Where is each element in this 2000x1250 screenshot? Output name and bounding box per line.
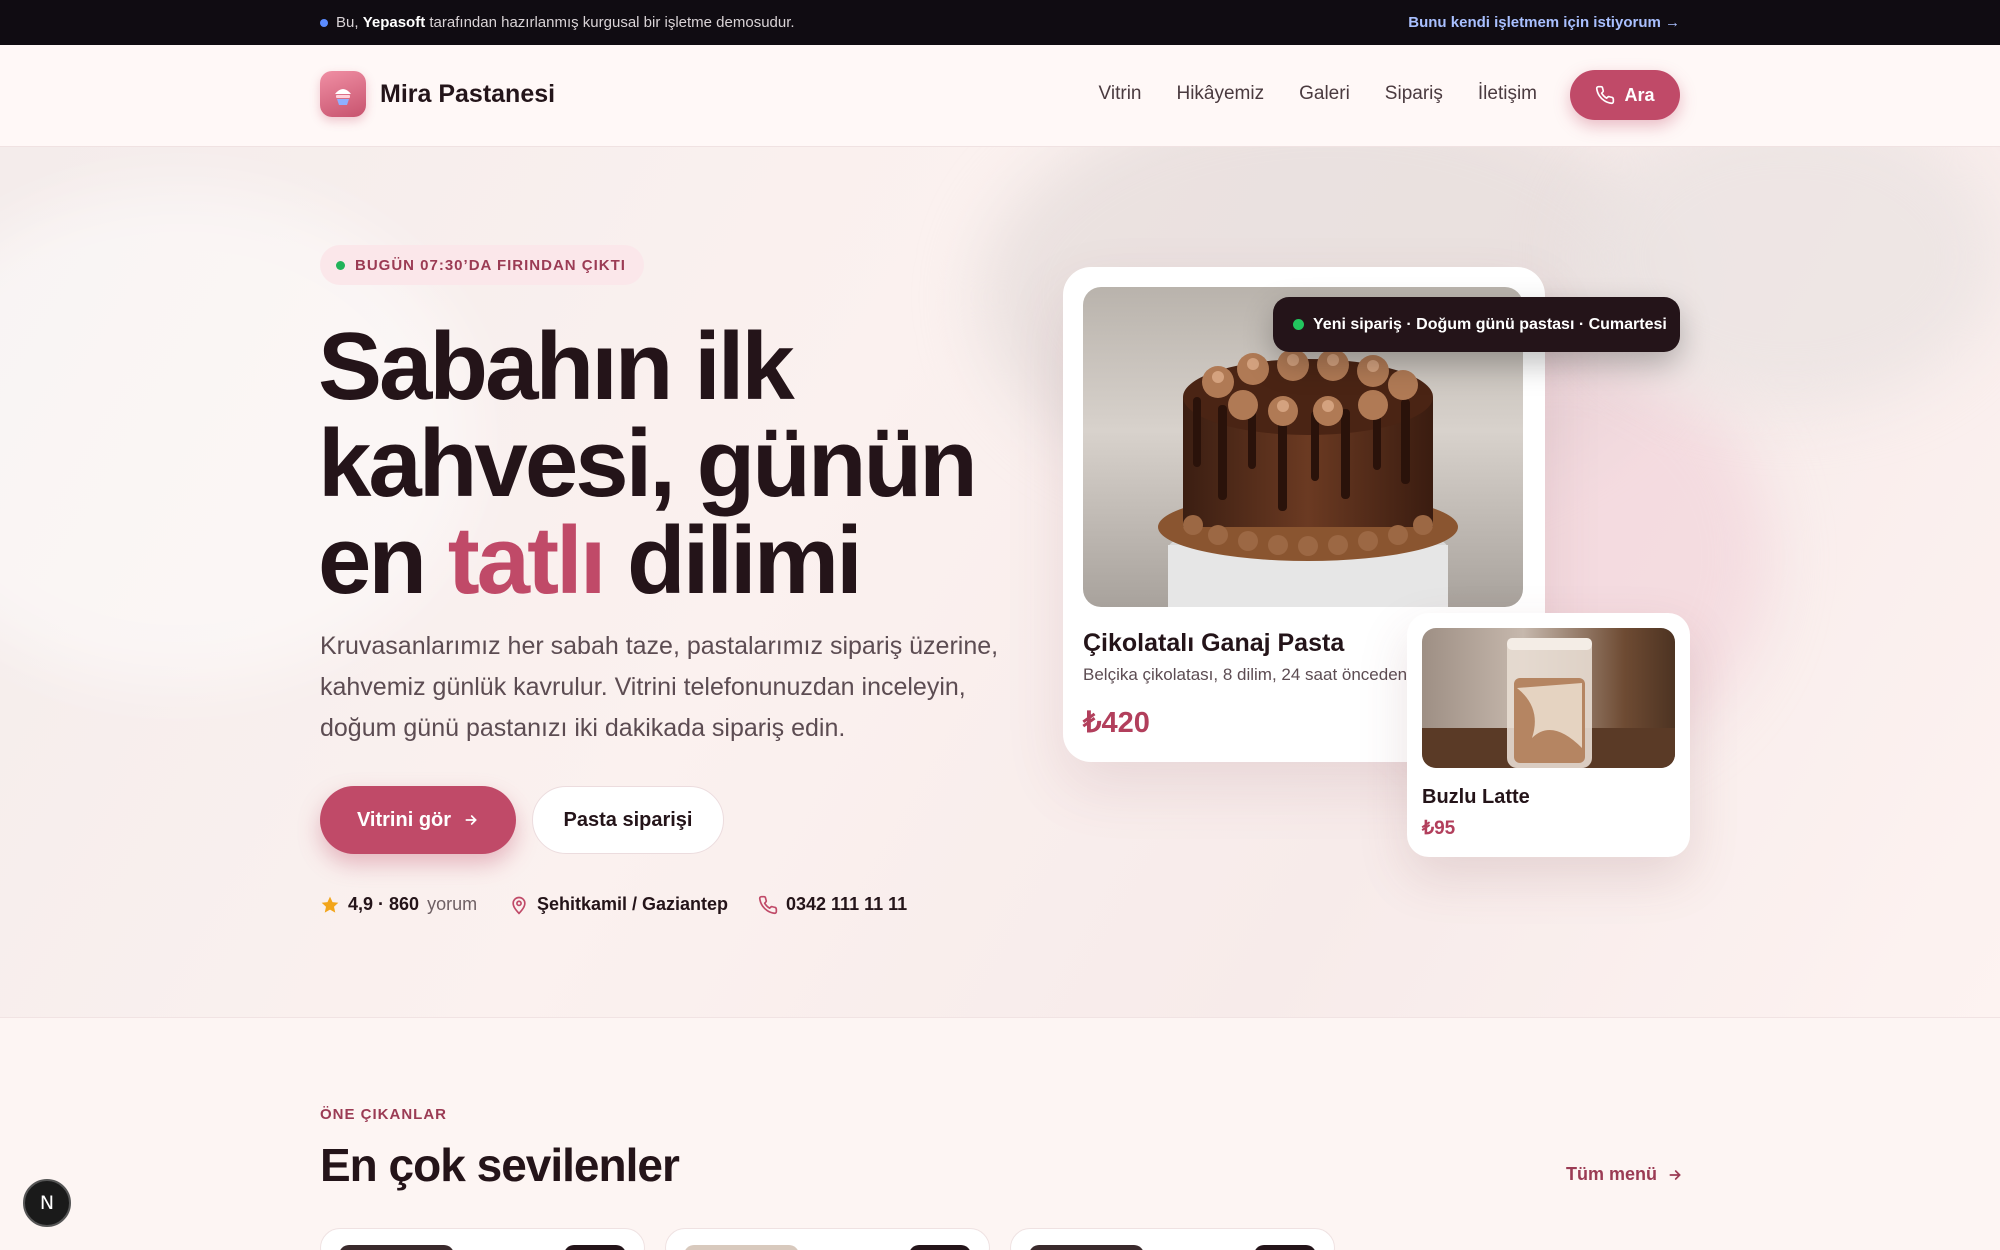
mini-product-price: ₺95 xyxy=(1422,818,1456,839)
nav-item-vitrin[interactable]: Vitrin xyxy=(1099,83,1142,105)
demo-notice-bar: Bu, Yepasoft tarafından hazırlanmış kurg… xyxy=(0,0,2000,45)
nav-item-hikayemiz[interactable]: Hikâyemiz xyxy=(1176,83,1264,105)
toast-text: Yeni sipariş · Doğum günü pastası · Cuma… xyxy=(1313,315,1667,333)
headline-line-3-post: dilimi xyxy=(627,507,863,614)
call-button[interactable]: Ara xyxy=(1570,70,1680,120)
iced-latte-image xyxy=(1422,628,1675,768)
main-navbar: Mira Pastanesi Vitrin Hikâyemiz Galeri S… xyxy=(0,45,2000,147)
rating-value: 4,9 · 860 xyxy=(348,894,420,914)
notice-prefix: Bu, xyxy=(336,14,359,31)
mini-product-title: Buzlu Latte xyxy=(1422,786,1530,808)
section-title: En çok sevilenler xyxy=(320,1139,680,1191)
notice-suffix: tarafından hazırlanmış kurgusal bir işle… xyxy=(429,14,795,31)
live-dot-icon xyxy=(336,260,345,270)
phone-text: 0342 111 11 11 xyxy=(786,894,908,914)
product-title: Çikolatalı Ganaj Pasta xyxy=(1083,629,1345,657)
nav-item-galeri[interactable]: Galeri xyxy=(1299,83,1350,105)
rating-suffix: yorum xyxy=(427,894,478,914)
product-card[interactable] xyxy=(665,1228,990,1250)
product-tag xyxy=(909,1245,971,1250)
product-price: ₺420 xyxy=(1083,707,1150,739)
phone-icon xyxy=(758,895,778,914)
fresh-bake-badge: BUGÜN 07:30’DA FIRINDAN ÇIKTI xyxy=(320,245,644,285)
product-image xyxy=(684,1245,799,1250)
product-card[interactable] xyxy=(320,1228,645,1250)
badge-text: BUGÜN 07:30’DA FIRINDAN ÇIKTI xyxy=(355,256,626,274)
featured-section xyxy=(0,1017,2000,1250)
notice-brand: Yepasoft xyxy=(362,14,426,31)
request-demo-link[interactable]: Bunu kendi işletmem için istiyorum → xyxy=(1408,14,1680,31)
product-tag xyxy=(564,1245,626,1250)
demo-notice: Bu, Yepasoft tarafından hazırlanmış kurg… xyxy=(320,14,795,31)
view-showcase-button[interactable]: Vitrini gör xyxy=(320,786,516,854)
location-text: Şehitkamil / Gaziantep xyxy=(537,894,729,914)
nav-item-siparis[interactable]: Sipariş xyxy=(1385,83,1443,105)
location-info: Şehitkamil / Gaziantep xyxy=(509,894,728,915)
live-dot-icon xyxy=(1293,319,1304,330)
nav-menu: Vitrin Hikâyemiz Galeri Sipariş İletişim xyxy=(1099,83,1537,105)
hero-headline: Sabahın ilk kahvesi, günün en tatlı dili… xyxy=(318,318,1038,609)
hero-lead: Kruvasanlarımız her sabah taze, pastalar… xyxy=(320,632,999,742)
star-icon xyxy=(321,896,339,913)
product-subtitle: Belçika çikolatası, 8 dilim, 24 saat önc… xyxy=(1083,665,1408,684)
phone-info[interactable]: 0342 111 11 11 xyxy=(758,894,907,915)
brand[interactable]: Mira Pastanesi xyxy=(320,71,555,117)
all-menu-label: Tüm menü xyxy=(1566,1164,1658,1184)
product-tag xyxy=(1254,1245,1316,1250)
nav-item-iletisim[interactable]: İletişim xyxy=(1478,83,1537,105)
call-button-label: Ara xyxy=(1624,84,1655,105)
headline-line-2: kahvesi, günün xyxy=(318,410,978,517)
secondary-product-card[interactable]: Buzlu Latte ₺95 xyxy=(1407,613,1690,857)
headline-accent: tatlı xyxy=(447,507,607,614)
headline-line-3-pre: en xyxy=(318,507,427,614)
headline-line-1: Sabahın ilk xyxy=(318,313,795,420)
brand-name: Mira Pastanesi xyxy=(380,79,556,108)
info-dot-icon xyxy=(320,19,328,28)
new-order-toast: Yeni sipariş · Doğum günü pastası · Cuma… xyxy=(1273,297,1680,352)
view-showcase-label: Vitrini gör xyxy=(356,808,452,831)
arrow-right-icon xyxy=(465,815,477,825)
cake-order-button[interactable]: Pasta siparişi xyxy=(532,786,724,854)
product-image xyxy=(1029,1245,1144,1250)
product-card[interactable] xyxy=(1010,1228,1335,1250)
phone-icon xyxy=(1596,85,1615,105)
section-eyebrow: ÖNE ÇIKANLAR xyxy=(320,1106,447,1123)
cupcake-logo-icon xyxy=(320,71,366,117)
all-menu-link[interactable]: Tüm menü xyxy=(1566,1164,1683,1185)
product-image xyxy=(339,1245,454,1250)
rating-info: 4,9 · 860 yorum xyxy=(320,894,477,915)
dev-tools-button[interactable]: N xyxy=(23,1179,71,1227)
map-pin-icon xyxy=(512,896,526,914)
arrow-right-icon xyxy=(1669,1169,1681,1180)
